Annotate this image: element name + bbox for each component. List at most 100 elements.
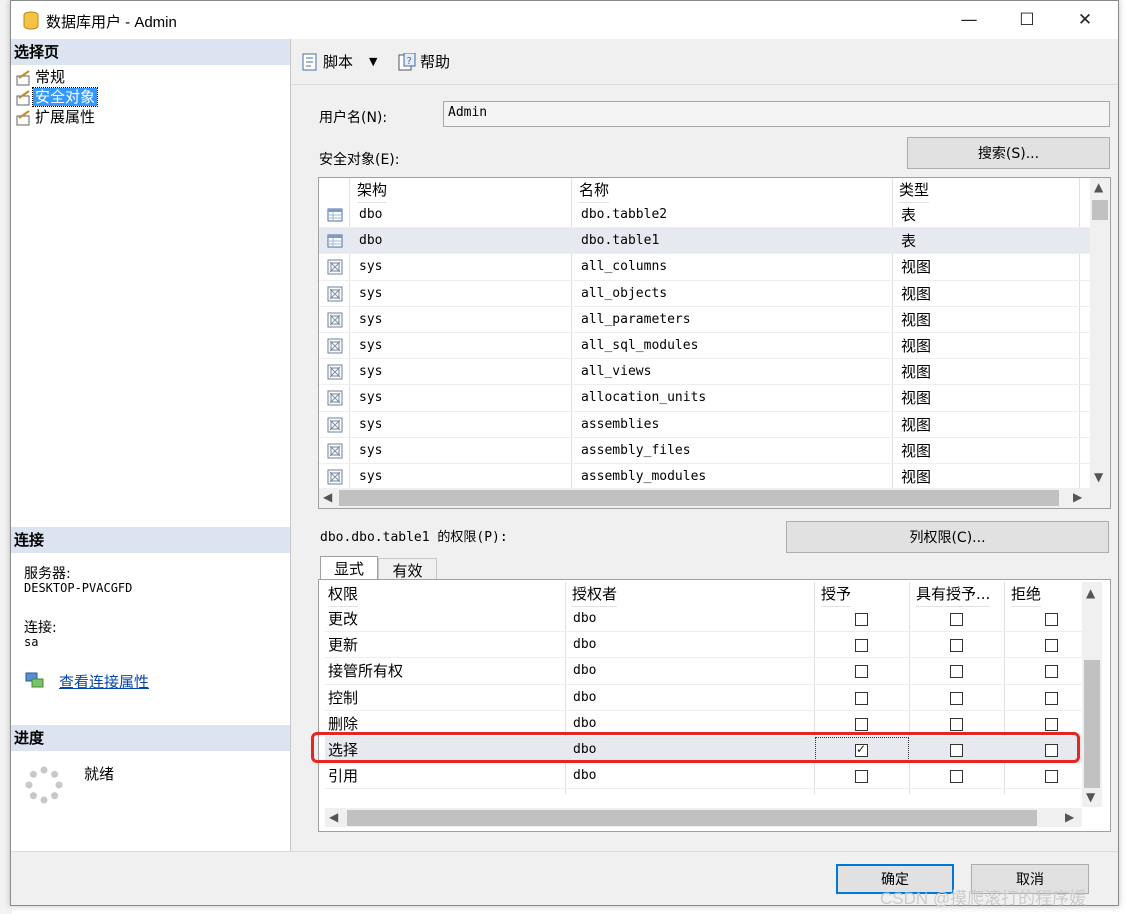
grant-checkbox[interactable] [855, 717, 868, 731]
scroll-down-icon[interactable]: ▼ [1086, 790, 1095, 804]
securables-grid: 架构 名称 类型 dbo dbo.tabble2 表 dbo dbo.table1 表 sy… [318, 177, 1111, 509]
securable-cell-name: all_sql_modules [581, 338, 699, 353]
column-header-name[interactable]: 名称 [579, 178, 610, 203]
securable-cell-schema: sys [359, 416, 383, 432]
securable-cell-name: all_views [581, 364, 652, 380]
securable-row[interactable]: sys all_columns 视图 [319, 254, 1090, 281]
scroll-down-icon[interactable]: ▼ [1094, 470, 1103, 484]
scroll-left-icon[interactable]: ◀ [323, 490, 332, 504]
grant-checkbox[interactable] [855, 665, 868, 679]
securable-row[interactable]: sys all_sql_modules 视图 [319, 333, 1090, 360]
view-icon [327, 469, 343, 485]
grant-checkbox[interactable] [855, 613, 868, 626]
column-permissions-button[interactable]: 列权限(C)... [786, 521, 1109, 553]
securable-cell-name: dbo.tabble2 [581, 207, 668, 222]
tab-effective[interactable]: 有效 [378, 558, 437, 580]
permission-name: 更改 [328, 610, 359, 628]
grant-checkbox[interactable] [855, 639, 868, 653]
with-grant-checkbox[interactable] [950, 665, 963, 679]
page-item-general[interactable]: 常规 [15, 67, 67, 87]
deny-checkbox[interactable] [1045, 639, 1058, 653]
with-grant-checkbox[interactable] [950, 770, 963, 784]
view-icon [327, 390, 343, 406]
with-grant-checkbox[interactable] [950, 691, 963, 705]
permission-row[interactable]: 接管所有权 dbo [325, 658, 1082, 685]
script-button[interactable]: 脚本 ▼ [300, 51, 377, 72]
securable-row[interactable]: sys assemblies 视图 [319, 412, 1090, 438]
deny-checkbox[interactable] [1045, 770, 1058, 784]
permission-row[interactable]: 引用 dbo [325, 763, 1082, 790]
with-grant-checkbox[interactable] [950, 613, 963, 626]
help-icon: ? [398, 52, 416, 70]
securable-cell-type: 视图 [901, 389, 932, 408]
deny-checkbox[interactable] [1045, 665, 1058, 679]
permissions-vertical-scrollbar[interactable]: ▲ ▼ [1082, 582, 1102, 807]
scroll-up-icon[interactable]: ▲ [1094, 180, 1103, 194]
column-header-schema[interactable]: 架构 [357, 178, 388, 203]
column-header-permission[interactable]: 权限 [328, 582, 359, 607]
script-dropdown-arrow-icon[interactable]: ▼ [369, 55, 377, 68]
view-connection-properties-link[interactable]: 查看连接属性 [59, 671, 149, 692]
column-header-deny[interactable]: 拒绝 [1011, 582, 1042, 607]
database-icon [23, 11, 39, 30]
grant-checkbox[interactable] [855, 691, 868, 705]
page-item-extended-properties[interactable]: 扩展属性 [15, 107, 97, 127]
permission-grantor: dbo [573, 637, 597, 653]
securable-row[interactable]: sys assembly_modules 视图 [319, 464, 1090, 491]
securable-cell-schema: sys [359, 390, 383, 406]
wrench-page-icon [16, 89, 30, 105]
svg-text:?: ? [407, 56, 412, 67]
scroll-thumb[interactable] [339, 490, 1059, 506]
securable-row[interactable]: dbo dbo.table1 表 [319, 228, 1090, 255]
with-grant-checkbox[interactable] [950, 717, 963, 731]
grant-checkbox[interactable] [855, 770, 868, 784]
search-button[interactable]: 搜索(S)... [907, 137, 1110, 169]
column-header-with-grant[interactable]: 具有授予... [916, 582, 991, 607]
username-field[interactable]: Admin [443, 101, 1110, 127]
scroll-up-icon[interactable]: ▲ [1086, 586, 1095, 600]
with-grant-checkbox[interactable] [950, 639, 963, 653]
scroll-right-icon[interactable]: ▶ [1073, 490, 1082, 504]
deny-checkbox[interactable] [1045, 613, 1058, 626]
securable-cell-schema: dbo [359, 233, 383, 249]
page-item-securables[interactable]: 安全对象 [15, 87, 99, 107]
securable-row[interactable]: sys all_objects 视图 [319, 281, 1090, 307]
permission-row[interactable]: 更新 dbo [325, 632, 1082, 659]
help-button[interactable]: ? 帮助 [397, 51, 450, 72]
minimize-button[interactable]: — [946, 1, 992, 39]
securable-row[interactable]: sys all_views 视图 [319, 359, 1090, 386]
scroll-thumb[interactable] [347, 810, 1037, 826]
scroll-thumb[interactable] [1084, 660, 1100, 788]
permission-grantor: dbo [573, 663, 597, 679]
securables-horizontal-scrollbar[interactable]: ◀ ▶ [319, 488, 1110, 508]
securable-cell-schema: sys [359, 469, 383, 484]
tab-explicit[interactable]: 显式 [320, 556, 378, 580]
connection-properties-icon [25, 672, 44, 688]
securable-row[interactable]: dbo dbo.tabble2 表 [319, 202, 1090, 229]
view-icon [327, 286, 343, 302]
securable-row[interactable]: sys assembly_files 视图 [319, 438, 1090, 464]
securable-cell-name: dbo.table1 [581, 233, 660, 249]
column-header-grant[interactable]: 授予 [821, 582, 852, 607]
maximize-button[interactable]: ☐ [1004, 1, 1050, 39]
scroll-left-icon[interactable]: ◀ [329, 810, 338, 824]
securable-row[interactable]: sys all_parameters 视图 [319, 307, 1090, 333]
column-header-type[interactable]: 类型 [899, 178, 930, 203]
deny-checkbox[interactable] [1045, 717, 1058, 731]
script-icon [302, 53, 317, 70]
permission-row[interactable]: 控制 dbo [325, 685, 1082, 711]
securable-row[interactable]: sys allocation_units 视图 [319, 385, 1090, 412]
securable-cell-type: 视图 [901, 258, 932, 277]
connection-header: 连接 [11, 527, 290, 553]
scroll-thumb[interactable] [1092, 200, 1108, 220]
permission-row[interactable]: 更改 dbo [325, 606, 1082, 633]
securables-vertical-scrollbar[interactable]: ▲ ▼ [1090, 178, 1110, 488]
permissions-horizontal-scrollbar[interactable]: ◀ ▶ [325, 808, 1082, 827]
scroll-right-icon[interactable]: ▶ [1065, 810, 1074, 824]
securable-cell-schema: sys [359, 285, 383, 301]
deny-checkbox[interactable] [1045, 691, 1058, 705]
table-icon [327, 234, 343, 248]
close-button[interactable]: ✕ [1062, 1, 1108, 39]
securable-cell-type: 视图 [901, 284, 932, 303]
column-header-grantor[interactable]: 授权者 [572, 582, 618, 607]
